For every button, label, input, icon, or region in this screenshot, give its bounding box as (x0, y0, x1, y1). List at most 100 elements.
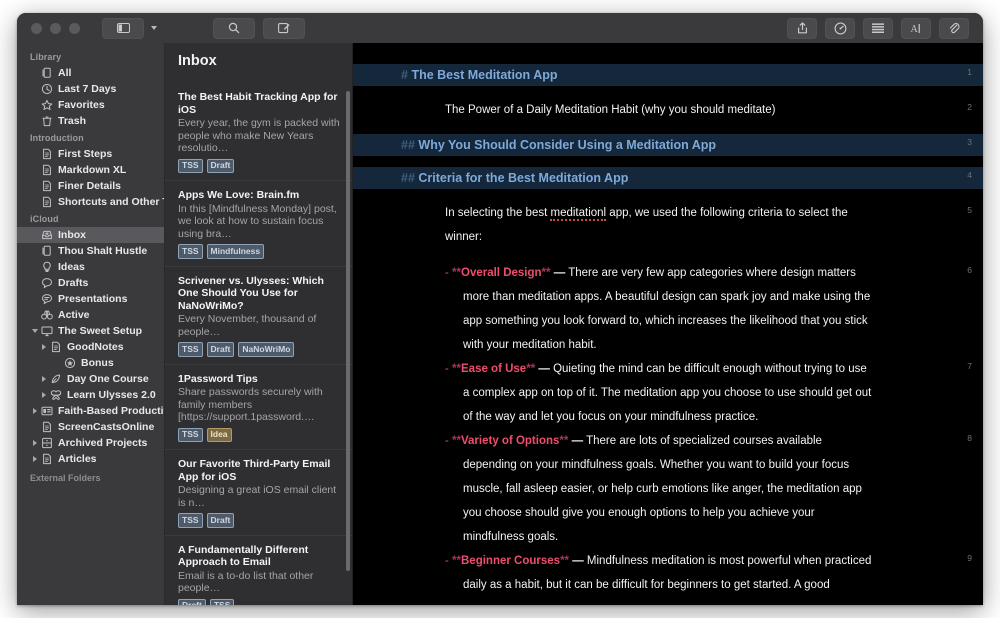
close-button[interactable] (31, 22, 42, 34)
sidebar-item-archived-projects[interactable]: Archived Projects (17, 435, 164, 451)
list-item[interactable]: Apps We Love: Brain.fm In this [Mindfulne… (165, 181, 352, 267)
editor-line[interactable]: - **Ease of Use** — Quieting the mind ca… (353, 357, 983, 429)
sidebar-item-the-sweet-setup[interactable]: The Sweet Setup (17, 323, 164, 339)
sidebar-item-favorites[interactable]: Favorites (17, 97, 164, 113)
editor-list-item[interactable]: - **Variety of Options** — There are lot… (353, 429, 983, 549)
sheet-list[interactable]: The Best Habit Tracking App for iOS Every… (165, 83, 352, 605)
sidebar-item-label: The Sweet Setup (58, 325, 143, 337)
list-item[interactable]: 1Password Tips Share passwords securely w… (165, 365, 352, 450)
tag-badge[interactable]: Draft (178, 598, 206, 605)
tag-badge[interactable]: Draft (206, 342, 235, 357)
sidebar-item-first-steps[interactable]: First Steps (17, 146, 164, 162)
sidebar-item-presentations[interactable]: Presentations (17, 291, 164, 307)
editor-line[interactable]: The Power of a Daily Meditation Habit (w… (353, 98, 983, 122)
sidebar-item-goodnotes[interactable]: GoodNotes (17, 339, 164, 355)
list-item[interactable]: Our Favorite Third-Party Email App for i… (165, 450, 352, 536)
disclosure-triangle-icon[interactable] (39, 375, 48, 384)
sidebar-item-day-one-course[interactable]: Day One Course (17, 371, 164, 387)
editor-content[interactable]: # The Best Meditation App 1 The Power of a… (353, 43, 983, 605)
documents-icon (40, 67, 53, 80)
tag-badge[interactable]: Draft (206, 158, 235, 173)
disclosure-triangle-icon[interactable] (30, 455, 39, 464)
editor-line[interactable]: ## Why You Should Consider Using a Medit… (353, 134, 983, 156)
editor-line[interactable]: # The Best Meditation App 1 (353, 64, 983, 86)
sidebar-item-markdown-xl[interactable]: Markdown XL (17, 162, 164, 178)
tag-badge[interactable]: TSS (178, 244, 203, 259)
editor-line[interactable]: - **Beginner Courses** — Mindfulness med… (353, 549, 983, 605)
minimize-button[interactable] (50, 22, 61, 34)
sidebar-item-faith-based-productivity[interactable]: Faith-Based Productivity (17, 403, 164, 419)
library-sidebar[interactable]: Library All Last 7 Days Favorites Trash Intro… (17, 43, 165, 605)
tag-badge[interactable]: TSS (178, 427, 203, 442)
editor-heading[interactable]: ## Criteria for the Best Meditation App (353, 167, 983, 189)
tag-badge[interactable]: TSS (178, 513, 203, 528)
toolbar-middle-group (213, 17, 305, 39)
list-icon (872, 23, 884, 33)
sidebar-item-drafts[interactable]: Drafts (17, 275, 164, 291)
editor-line[interactable]: In selecting the best meditationl app, w… (353, 201, 983, 249)
sidebar-item-thou-shalt-hustle[interactable]: Thou Shalt Hustle (17, 243, 164, 259)
tag-badge[interactable]: TSS (178, 158, 203, 173)
editor-heading[interactable]: ## Why You Should Consider Using a Medit… (353, 134, 983, 156)
sidebar-item-last-7-days[interactable]: Last 7 Days (17, 81, 164, 97)
list-item-title: Apps We Love: Brain.fm (178, 189, 300, 201)
sidebar-section-header: Introduction (30, 133, 84, 143)
editor-paragraph[interactable]: The Power of a Daily Meditation Habit (w… (353, 98, 983, 122)
share-button[interactable] (787, 17, 817, 39)
editor-list-item[interactable]: - **Beginner Courses** — Mindfulness med… (353, 549, 983, 605)
disclosure-triangle-icon[interactable] (30, 407, 39, 416)
heading-text: Criteria for the Best Meditation App (418, 171, 629, 185)
tag-badge[interactable]: TSS (209, 598, 235, 605)
navigation-list-button[interactable] (863, 17, 893, 39)
typewriter-mode-button[interactable]: A (901, 17, 931, 39)
new-sheet-button[interactable] (263, 17, 305, 39)
search-button[interactable] (213, 17, 255, 39)
disclosure-triangle-icon[interactable] (39, 343, 48, 352)
tag-badge[interactable]: NaNoWriMo (238, 342, 295, 357)
editor-line[interactable]: - **Variety of Options** — There are lot… (353, 429, 983, 549)
editor-line[interactable]: - **Overall Design** — There are very fe… (353, 261, 983, 357)
editor-line[interactable]: ## Criteria for the Best Meditation App 4 (353, 167, 983, 189)
sidebar-item-ideas[interactable]: Ideas (17, 259, 164, 275)
paragraph-text: In selecting the best (445, 207, 551, 219)
heading-hash-marker: ## (401, 138, 415, 152)
list-item[interactable]: Scrivener vs. Ulysses: Which One Should … (165, 267, 352, 365)
sidebar-item-finer-details[interactable]: Finer Details (17, 178, 164, 194)
sidebar-item-shortcuts-and-other-tips[interactable]: Shortcuts and Other Tips (17, 194, 164, 210)
sidebar-toggle-button[interactable] (102, 17, 144, 39)
sidebar-item-bonus[interactable]: Bonus (17, 355, 164, 371)
tag-badge[interactable]: Draft (206, 513, 235, 528)
sidebar-item-trash[interactable]: Trash (17, 113, 164, 129)
statistics-button[interactable] (825, 17, 855, 39)
documents-icon (40, 245, 53, 258)
editor-line-number: 9 (967, 553, 972, 563)
disclosure-triangle-icon[interactable] (39, 391, 48, 400)
disclosure-triangle-icon[interactable] (30, 439, 39, 448)
star-circle-icon (63, 357, 76, 370)
list-item-text: There are lots of specialized courses av… (463, 435, 862, 543)
misspelled-word[interactable]: meditationl (550, 207, 607, 221)
list-item[interactable]: A Fundamentally Different Approach to Em… (165, 536, 352, 605)
editor-list-item[interactable]: - **Overall Design** — There are very fe… (353, 261, 983, 357)
zoom-button[interactable] (69, 22, 80, 34)
editor-heading[interactable]: # The Best Meditation App (353, 64, 983, 86)
editor-paragraph[interactable]: In selecting the best meditationl app, w… (353, 201, 983, 249)
sheet-list-scrollbar[interactable] (346, 91, 350, 571)
sidebar-item-active[interactable]: Active (17, 307, 164, 323)
list-item[interactable]: The Best Habit Tracking App for iOS Every… (165, 83, 352, 181)
chevron-down-icon[interactable] (151, 26, 157, 30)
attachments-button[interactable] (939, 17, 969, 39)
markdown-editor[interactable]: # The Best Meditation App 1 The Power of a… (353, 43, 983, 605)
tag-badge[interactable]: Mindfulness (206, 244, 265, 259)
editor-list-item[interactable]: - **Ease of Use** — Quieting the mind ca… (353, 357, 983, 429)
disclosure-triangle-icon[interactable] (30, 327, 39, 336)
tag-badge[interactable]: Idea (206, 427, 232, 442)
tag-badge[interactable]: TSS (178, 342, 203, 357)
traffic-lights (31, 22, 80, 34)
sidebar-item-articles[interactable]: Articles (17, 451, 164, 467)
sidebar-item-screencastsonline[interactable]: ScreenCastsOnline (17, 419, 164, 435)
sidebar-item-all[interactable]: All (17, 65, 164, 81)
sidebar-item-inbox[interactable]: Inbox (17, 227, 164, 243)
sidebar-item-learn-ulysses-2-0[interactable]: Learn Ulysses 2.0 (17, 387, 164, 403)
sidebar-item-label: Drafts (58, 277, 89, 289)
